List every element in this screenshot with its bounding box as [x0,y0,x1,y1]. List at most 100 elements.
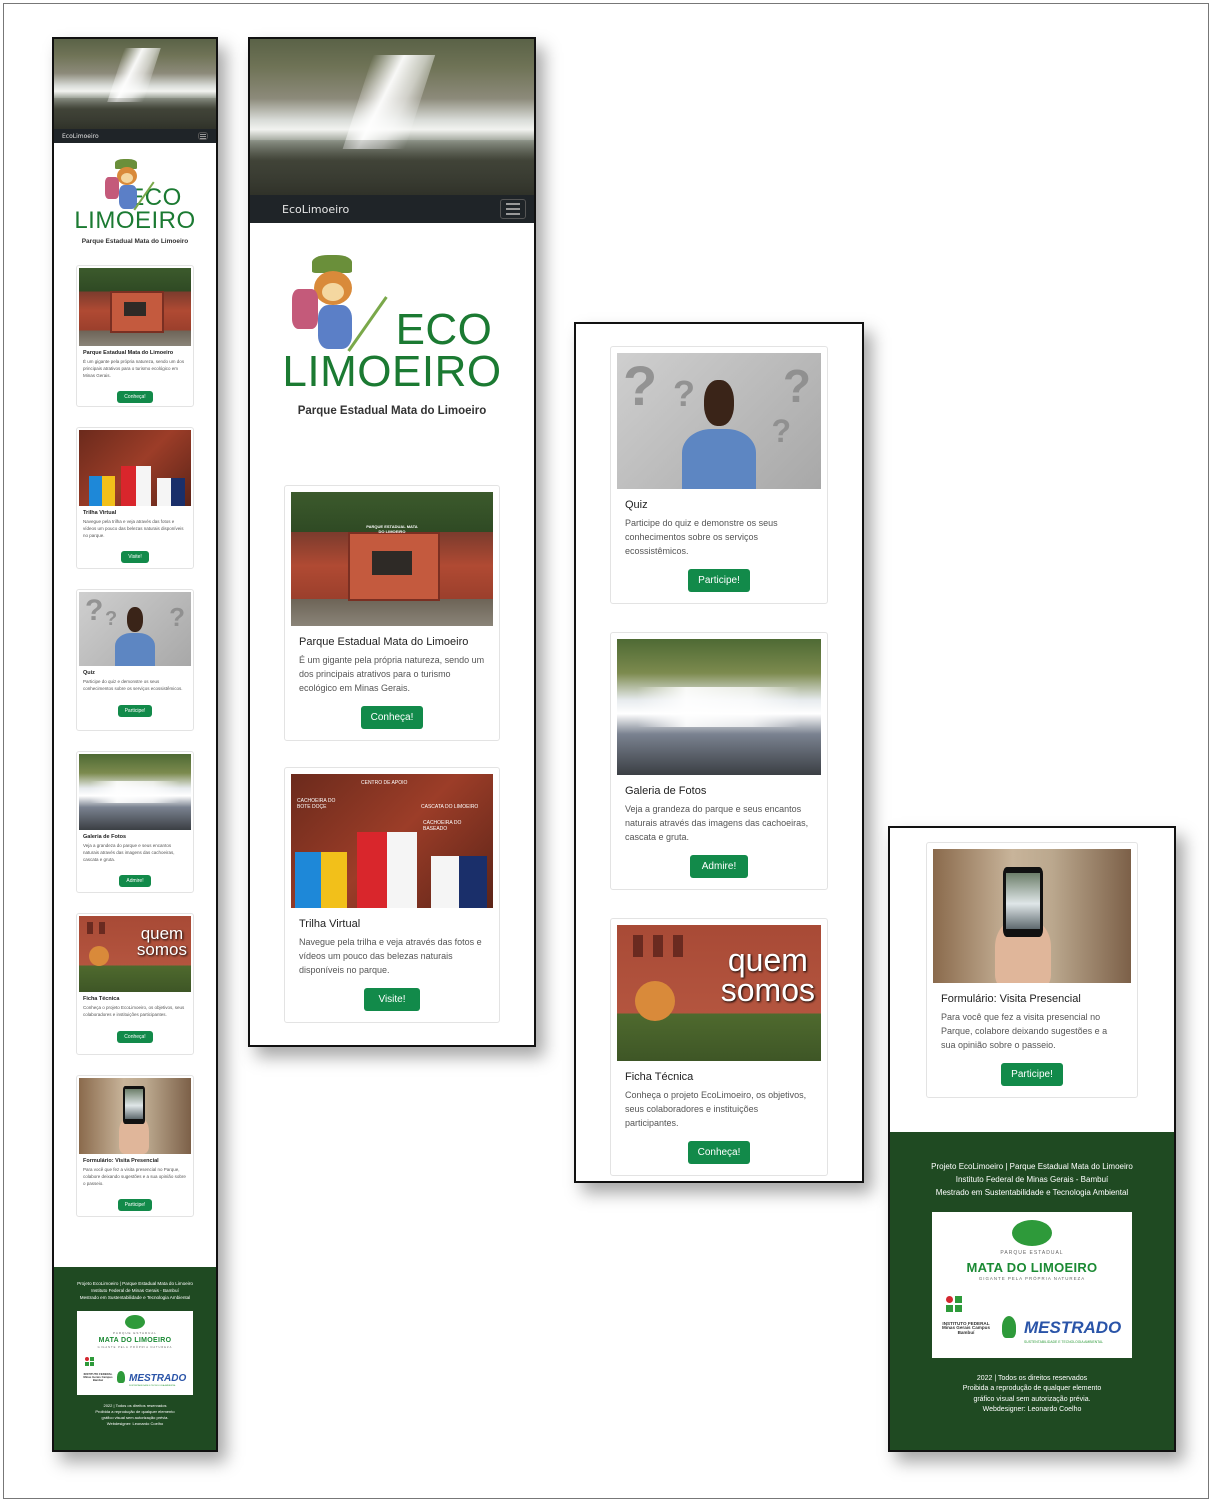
card-park: PARQUE ESTADUAL MATA DO LIMOEIRO Parque … [284,485,500,741]
participe-button[interactable]: Participe! [117,704,153,717]
footer-line: Projeto EcoLimoeiro | Parque Estadual Ma… [77,1281,193,1286]
trail-label: CACHOEIRA DO BOTE DOÇE [297,798,336,810]
card-image-about: quem somos [79,916,191,992]
card-title: Ficha Técnica [83,996,120,1002]
card-text: Navegue pela trilha e veja através das f… [299,937,482,975]
card-about: quem somos Ficha Técnica Conheça o proje… [610,918,828,1176]
card-text: Veja a grandeza do parque e seus encanto… [83,843,175,862]
park-sign-text: PARQUE ESTADUAL MATA DO LIMOEIRO [366,524,418,535]
mestrado-logo: MESTRADO [1024,1317,1122,1337]
if-logo-text: INSTITUTO FEDERAL Minas Gerais Campus Ba… [83,1371,113,1382]
footer: Projeto EcoLimoeiro | Parque Estadual Ma… [54,1267,216,1450]
navbar: EcoLimoeiro [250,195,534,223]
admire-button[interactable]: Admire! [689,854,749,878]
card-text: Conheça o projeto EcoLimoeiro, os objeti… [83,1005,185,1017]
about-image-text-2: somos [720,972,815,1009]
trail-label: CENTRO DE APOIO [361,780,408,786]
trail-label: CASCATA DO LIMOEIRO [421,804,479,810]
navbar-brand[interactable]: EcoLimoeiro [282,203,349,216]
park-logo-top: PARQUE ESTADUAL [113,1330,157,1335]
panel-bottom-zoom: Formulário: Visita Presencial Para você … [888,826,1176,1452]
footer-line: Mestrado em Sustentabilidade e Tecnologi… [79,1294,191,1300]
card-image-form [933,849,1131,983]
conheca-button[interactable]: Conheça! [117,1030,153,1043]
card-image-trail: CENTRO DE APOIO CACHOEIRA DO BOTE DOÇE C… [291,774,493,908]
footer-line: Instituto Federal de Minas Gerais - Bamb… [955,1175,1109,1185]
card-text: Para você que fez a visita presencial no… [83,1167,186,1186]
park-logo-tagline: GIGANTE PELA PRÓPRIA NATUREZA [978,1275,1086,1281]
footer: Projeto EcoLimoeiro | Parque Estadual Ma… [890,1132,1174,1450]
tree-icon [1012,1219,1052,1246]
card-text: Participe do quiz e demonstre os seus co… [83,679,183,691]
footer-line: Instituto Federal de Minas Gerais - Bamb… [91,1287,179,1293]
card-quiz: ? ? ? Quiz Participe do quiz e demonstre… [76,589,194,731]
mestrado-sub: SUSTENTABILIDADE E TECNOLOGIA AMBIENTAL [1024,1339,1104,1344]
menu-toggler-icon[interactable] [198,132,208,140]
card-list: PARQUE ESTADUAL MATA DO LIMOEIRO Parque … [250,481,534,1023]
card-list: Formulário: Visita Presencial Para você … [890,828,1174,1098]
card-text: Navegue pela trilha e veja através das f… [83,519,184,538]
rights-line: Proibida a reprodução de qualquer elemen… [962,1385,1102,1393]
card-image-about: quem somos [617,925,821,1061]
menu-toggler-icon[interactable] [500,199,526,219]
card-image-gallery [79,754,191,830]
card-image-trail [79,430,191,506]
card-image-gallery [617,639,821,775]
rights-line: 2022 | Todos os direitos reservados [976,1374,1088,1382]
trail-label: CACHOEIRA DO BASEADO [423,820,462,832]
visite-button[interactable]: Visite! [121,551,149,564]
card-title: Ficha Técnica [625,1071,694,1083]
participe-button[interactable]: Participe! [688,568,750,592]
card-park: Parque Estadual Mata do Limoeiro É um gi… [76,265,194,407]
park-logo-name: MATA DO LIMOEIRO [98,1336,172,1344]
footer-logos: PARQUE ESTADUAL MATA DO LIMOEIRO GIGANTE… [77,1310,193,1395]
if-logo-icon [946,1295,970,1320]
hero-waterfall-image [54,39,216,129]
logo-subtitle: Parque Estadual Mata do Limoeiro [81,237,189,245]
card-image-park: PARQUE ESTADUAL MATA DO LIMOEIRO [291,492,493,626]
if-logo-text: INSTITUTO FEDERAL Minas Gerais Campus Ba… [942,1320,990,1336]
rights-line: Webdesigner: Leonardo Coelho [106,1420,164,1426]
participe-button[interactable]: Participe! [117,1199,153,1212]
participe-button[interactable]: Participe! [1001,1062,1063,1086]
card-image-form [79,1078,191,1154]
card-title: Galeria de Fotos [83,834,127,840]
bulb-icon [1002,1315,1016,1338]
conheca-button[interactable]: Conheça! [117,391,153,404]
card-list: ? ? ? ? Quiz Participe do quiz e demonst… [576,324,862,1176]
site-logo: ECO LIMOEIRO Parque Estadual Mata do Lim… [54,143,216,261]
card-text: Participe do quiz e demonstre os seus co… [625,518,778,556]
navbar: EcoLimoeiro [54,129,216,143]
card-title: Trilha Virtual [83,510,117,516]
card-image-quiz: ? ? ? [79,592,191,666]
rights-line: Webdesigner: Leonardo Coelho [982,1406,1082,1414]
logo-subtitle: Parque Estadual Mata do Limoeiro [297,404,487,417]
card-gallery: Galeria de Fotos Veja a grandeza do parq… [610,632,828,890]
mestrado-logo: MESTRADO [129,1372,187,1384]
card-text: É um gigante pela própria natureza, send… [299,655,485,693]
conheca-button[interactable]: Conheça! [360,705,424,729]
admire-button[interactable]: Admire! [119,875,151,888]
card-title: Quiz [625,499,648,511]
card-about: quem somos Ficha Técnica Conheça o proje… [76,913,194,1055]
hero-waterfall-image [250,39,534,195]
card-trail: CENTRO DE APOIO CACHOEIRA DO BOTE DOÇE C… [284,767,500,1023]
park-logo-top: PARQUE ESTADUAL [1000,1249,1064,1256]
card-title: Galeria de Fotos [625,785,707,797]
tree-icon [125,1314,145,1329]
navbar-brand[interactable]: EcoLimoeiro [62,133,99,140]
card-gallery: Galeria de Fotos Veja a grandeza do parq… [76,751,194,893]
footer-line: Mestrado em Sustentabilidade e Tecnologi… [935,1188,1129,1198]
card-title: Formulário: Visita Presencial [83,1158,159,1164]
card-text: É um gigante pela própria natureza, send… [83,359,185,378]
card-text: Para você que fez a visita presencial no… [941,1012,1108,1050]
card-title: Trilha Virtual [299,918,361,930]
visite-button[interactable]: Visite! [364,987,420,1011]
park-logo-tagline: GIGANTE PELA PRÓPRIA NATUREZA [97,1345,173,1349]
if-logo-icon [85,1356,99,1371]
card-list: Parque Estadual Mata do Limoeiro É um gi… [54,261,216,1217]
mascot-icon [105,159,165,215]
card-quiz: ? ? ? ? Quiz Participe do quiz e demonst… [610,346,828,604]
card-title: Parque Estadual Mata do Limoeiro [299,636,469,648]
conheca-button[interactable]: Conheça! [687,1140,751,1164]
